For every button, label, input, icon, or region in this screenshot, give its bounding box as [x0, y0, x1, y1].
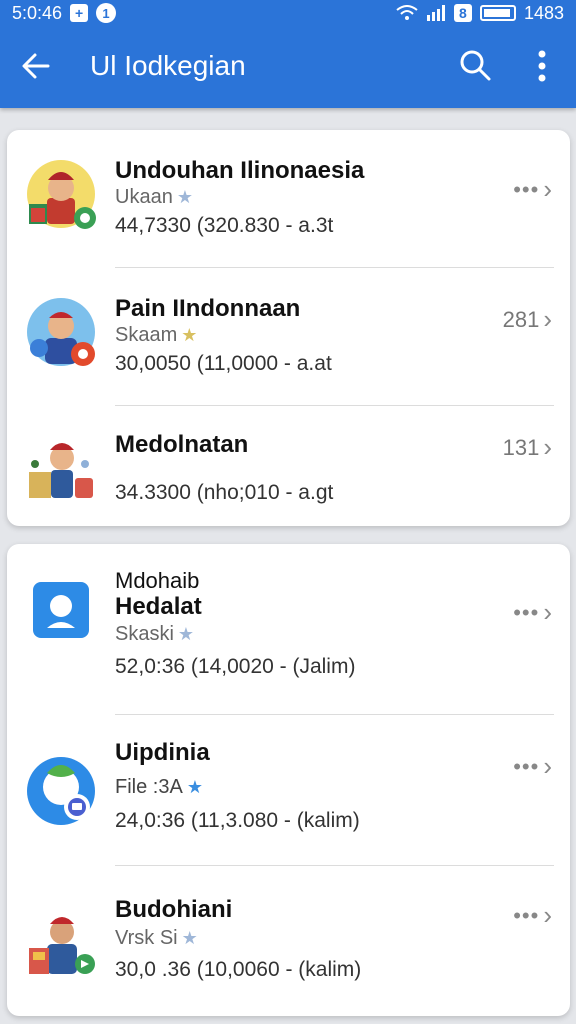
chevron-right-icon: ›	[543, 304, 552, 334]
more-horiz-icon: •••	[513, 176, 540, 202]
app-bar: 5:0:46 + 1 8 1483 Ul Iodkegian	[0, 0, 576, 108]
item-count: 281	[502, 306, 540, 332]
item-subtitle-text: Skaam	[115, 324, 178, 346]
item-subtitle: Vrsk Si ★	[115, 927, 198, 950]
search-icon	[460, 50, 491, 81]
more-vert-icon	[538, 50, 546, 82]
arrow-back-icon	[22, 53, 50, 79]
star-icon: ★	[181, 325, 198, 345]
blue-square-person-icon	[33, 582, 89, 638]
item-meta: 24,0:36 (11,3.080 - (kalim)	[115, 809, 360, 832]
person-box-icon	[29, 443, 93, 498]
more-horiz-icon: •••	[513, 599, 540, 625]
more-options-button[interactable]	[526, 46, 558, 86]
blue-circle-chat-icon	[27, 757, 95, 825]
signal-icon	[426, 5, 445, 21]
item-actions[interactable]: 131 ›	[503, 432, 552, 463]
item-meta: 44,7330 (320.830 - a.3t	[115, 214, 334, 237]
list-item[interactable]: Undouhan Ilinonaesia Ukaan ★ 44,7330 (32…	[7, 130, 570, 268]
item-pretitle: Mdohaib	[115, 568, 200, 593]
item-actions[interactable]: ••• ›	[513, 900, 552, 931]
chevron-right-icon: ›	[543, 751, 552, 781]
item-actions[interactable]: ••• ›	[513, 174, 552, 205]
back-button[interactable]	[18, 48, 54, 84]
item-subtitle-text: Vrsk Si	[115, 927, 178, 949]
star-icon: ★	[186, 777, 203, 797]
item-name: Pain IIndonnaan	[115, 295, 301, 322]
item-name: Budohiani	[115, 896, 233, 923]
item-subtitle-text: File :3A	[115, 776, 183, 798]
star-icon: ★	[181, 928, 198, 948]
wifi-icon	[396, 5, 418, 20]
item-subtitle: Skaam ★	[115, 324, 197, 347]
item-name: Undouhan Ilinonaesia	[115, 157, 365, 184]
more-horiz-icon: •••	[513, 902, 540, 928]
toolbar: Ul Iodkegian	[0, 26, 576, 108]
star-icon: ★	[177, 624, 195, 644]
page-title: Ul Iodkegian	[90, 50, 246, 81]
item-actions[interactable]: ••• ›	[513, 751, 552, 782]
status-bar: 5:0:46 + 1 8 1483	[0, 0, 576, 26]
list-item[interactable]: Mdohaib Hedalat Skaski ★ 52,0:36 (14,002…	[7, 544, 570, 715]
file-list-card: Mdohaib Hedalat Skaski ★ 52,0:36 (14,002…	[7, 544, 570, 1016]
status-left: 5:0:46 + 1	[12, 2, 117, 24]
item-subtitle-text: Ukaan	[115, 186, 173, 208]
status-value: 1483	[523, 2, 564, 23]
sim-icon: 8	[453, 4, 472, 22]
list-item[interactable]: Pain IIndonnaan Skaam ★ 30,0050 (11,0000…	[7, 268, 570, 406]
item-actions[interactable]: ••• ›	[513, 597, 552, 628]
item-subtitle-text: Skaski	[115, 623, 174, 645]
status-right: 8 1483	[396, 3, 564, 24]
list-item[interactable]: Uipdinia File :3A ★ 24,0:36 (11,3.080 - …	[7, 715, 570, 866]
item-meta: 52,0:36 (14,0020 - (Jalim)	[115, 655, 356, 678]
item-meta: 30,0 .36 (10,0060 - (kalim)	[115, 958, 362, 981]
search-button[interactable]	[456, 46, 494, 84]
person-gift-icon	[27, 160, 96, 229]
item-subtitle: Ukaan ★	[115, 186, 193, 209]
item-actions[interactable]: 281 ›	[503, 304, 552, 335]
list-item[interactable]: Medolnatan 34.3300 (nho;010 - a.gt 131 ›	[7, 406, 570, 526]
item-meta: 30,0050 (11,0000 - a.at	[115, 352, 332, 375]
more-horiz-icon: •••	[513, 753, 540, 779]
list-item[interactable]: Budohiani Vrsk Si ★ 30,0 .36 (10,0060 - …	[7, 866, 570, 1016]
person-bag-icon	[29, 917, 95, 974]
person-badge-icon	[27, 298, 95, 366]
status-time: 5:0:46	[12, 2, 63, 23]
notification-plus-icon: +	[70, 4, 89, 22]
item-name: Medolnatan	[115, 431, 249, 458]
item-name: Hedalat	[115, 593, 202, 620]
chevron-right-icon: ›	[543, 174, 552, 204]
download-list-card: Undouhan Ilinonaesia Ukaan ★ 44,7330 (32…	[7, 130, 570, 526]
item-count: 131	[502, 434, 540, 460]
item-meta: 34.3300 (nho;010 - a.gt	[115, 481, 334, 504]
star-icon: ★	[176, 187, 193, 207]
item-subtitle: File :3A ★	[115, 776, 203, 799]
chevron-right-icon: ›	[543, 597, 552, 627]
item-name: Uipdinia	[115, 739, 210, 766]
item-subtitle: Skaski ★	[115, 623, 194, 646]
chevron-right-icon: ›	[543, 900, 552, 930]
battery-icon	[479, 5, 516, 21]
chevron-right-icon: ›	[543, 432, 552, 462]
notification-badge-icon: 1	[96, 3, 117, 23]
